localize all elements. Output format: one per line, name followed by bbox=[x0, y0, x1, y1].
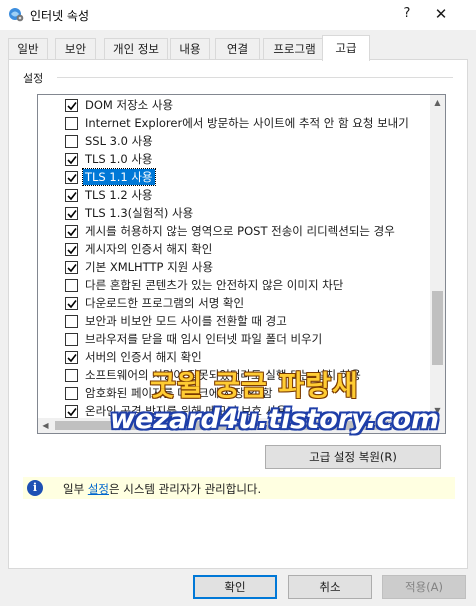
settings-link[interactable]: 설정 bbox=[88, 482, 109, 496]
internet-options-icon bbox=[8, 6, 24, 22]
setting-checkbox[interactable] bbox=[65, 171, 78, 184]
apply-button[interactable]: 적용(A) bbox=[382, 575, 466, 599]
setting-row[interactable]: Internet Explorer에서 방문하는 사이트에 추적 안 함 요청 … bbox=[38, 114, 432, 132]
tab-privacy[interactable]: 개인 정보 bbox=[104, 38, 168, 60]
setting-label: DOM 저장소 사용 bbox=[85, 98, 174, 112]
setting-row[interactable]: TLS 1.2 사용 bbox=[38, 186, 432, 204]
checkmark-icon bbox=[67, 246, 77, 255]
advanced-panel: 설정 DOM 저장소 사용 Internet Explorer에서 방문하는 사이… bbox=[8, 59, 468, 569]
checkmark-icon bbox=[67, 354, 77, 363]
setting-row[interactable]: 기본 XMLHTTP 지원 사용 bbox=[38, 258, 432, 276]
info-suffix: 은 시스템 관리자가 관리합니다. bbox=[109, 482, 262, 496]
info-text: 일부 설정은 시스템 관리자가 관리합니다. bbox=[63, 481, 261, 497]
checkmark-icon bbox=[67, 210, 77, 219]
setting-label: 게시자의 인증서 해지 확인 bbox=[85, 242, 213, 256]
tab-programs[interactable]: 프로그램 bbox=[263, 38, 326, 60]
checkmark-icon bbox=[67, 156, 77, 165]
vertical-scroll-thumb[interactable] bbox=[432, 291, 443, 365]
setting-row[interactable]: 보안과 비보안 모드 사이를 전환할 때 경고 bbox=[38, 312, 432, 330]
setting-row[interactable]: DOM 저장소 사용 bbox=[38, 96, 432, 114]
setting-checkbox[interactable] bbox=[65, 333, 78, 346]
title-bar: 인터넷 속성 ? ✕ bbox=[0, 0, 476, 30]
setting-checkbox[interactable] bbox=[65, 153, 78, 166]
setting-label: Internet Explorer에서 방문하는 사이트에 추적 안 함 요청 … bbox=[85, 116, 409, 130]
setting-label: TLS 1.2 사용 bbox=[85, 188, 153, 202]
info-bar: i 일부 설정은 시스템 관리자가 관리합니다. bbox=[23, 477, 455, 499]
cancel-button[interactable]: 취소 bbox=[288, 575, 372, 599]
tab-advanced[interactable]: 고급 bbox=[322, 35, 370, 61]
info-icon: i bbox=[27, 480, 43, 496]
watermark-title: 굿윌 궁금 파랑새 bbox=[150, 369, 359, 402]
checkmark-icon bbox=[67, 192, 77, 201]
setting-label: 기본 XMLHTTP 지원 사용 bbox=[85, 260, 214, 274]
checkmark-icon bbox=[67, 264, 77, 273]
setting-row[interactable]: TLS 1.1 사용 bbox=[38, 168, 432, 186]
setting-checkbox[interactable] bbox=[65, 387, 78, 400]
setting-row[interactable]: 다운로드한 프로그램의 서명 확인 bbox=[38, 294, 432, 312]
tab-security[interactable]: 보안 bbox=[55, 38, 96, 60]
setting-checkbox[interactable] bbox=[65, 99, 78, 112]
group-divider bbox=[57, 77, 453, 78]
checkmark-icon bbox=[67, 228, 77, 237]
setting-label: SSL 3.0 사용 bbox=[85, 134, 153, 148]
scroll-left-icon[interactable]: ◀ bbox=[38, 418, 53, 433]
setting-checkbox[interactable] bbox=[65, 369, 78, 382]
setting-checkbox[interactable] bbox=[65, 351, 78, 364]
setting-checkbox[interactable] bbox=[65, 207, 78, 220]
setting-label: 다른 혼합된 콘텐츠가 있는 안전하지 않은 이미지 차단 bbox=[85, 278, 344, 292]
setting-row[interactable]: TLS 1.0 사용 bbox=[38, 150, 432, 168]
tab-strip: 일반 보안 개인 정보 내용 연결 프로그램 고급 bbox=[8, 35, 468, 61]
setting-label: TLS 1.0 사용 bbox=[85, 152, 153, 166]
setting-checkbox[interactable] bbox=[65, 243, 78, 256]
window-title: 인터넷 속성 bbox=[30, 9, 90, 23]
scroll-up-icon[interactable]: ▲ bbox=[430, 95, 445, 110]
settings-group-label: 설정 bbox=[23, 72, 44, 85]
tab-connections[interactable]: 연결 bbox=[215, 38, 260, 60]
setting-checkbox[interactable] bbox=[65, 135, 78, 148]
setting-label: 게시를 허용하지 않는 영역으로 POST 전송이 리디렉션되는 경우 bbox=[85, 224, 395, 238]
checkmark-icon bbox=[67, 102, 77, 111]
setting-checkbox[interactable] bbox=[65, 405, 78, 418]
setting-label: 보안과 비보안 모드 사이를 전환할 때 경고 bbox=[85, 314, 287, 328]
setting-label: 다운로드한 프로그램의 서명 확인 bbox=[85, 296, 245, 310]
setting-checkbox[interactable] bbox=[65, 315, 78, 328]
info-prefix: 일부 bbox=[63, 482, 88, 496]
help-button[interactable]: ? bbox=[396, 4, 418, 24]
checkmark-icon bbox=[67, 408, 77, 417]
setting-checkbox[interactable] bbox=[65, 297, 78, 310]
setting-label: 브라우저를 닫을 때 임시 인터넷 파일 폴더 비우기 bbox=[85, 332, 323, 346]
setting-checkbox[interactable] bbox=[65, 279, 78, 292]
setting-row[interactable]: 게시를 허용하지 않는 영역으로 POST 전송이 리디렉션되는 경우 bbox=[38, 222, 432, 240]
tab-content[interactable]: 내용 bbox=[170, 38, 210, 60]
setting-label: TLS 1.3(실험적) 사용 bbox=[85, 206, 194, 220]
setting-row[interactable]: 브라우저를 닫을 때 임시 인터넷 파일 폴더 비우기 bbox=[38, 330, 432, 348]
tab-general[interactable]: 일반 bbox=[8, 38, 48, 60]
watermark-url: wezard4u.tistory.com bbox=[110, 404, 440, 435]
setting-label: 서버의 인증서 해지 확인 bbox=[85, 350, 202, 364]
setting-row[interactable]: SSL 3.0 사용 bbox=[38, 132, 432, 150]
watermark: 굿윌 궁금 파랑새 wezard4u.tistory.com bbox=[110, 364, 440, 450]
setting-checkbox[interactable] bbox=[65, 261, 78, 274]
setting-checkbox[interactable] bbox=[65, 117, 78, 130]
checkmark-icon bbox=[67, 300, 77, 309]
setting-row[interactable]: TLS 1.3(실험적) 사용 bbox=[38, 204, 432, 222]
checkmark-icon bbox=[67, 174, 77, 183]
setting-label: TLS 1.1 사용 bbox=[82, 168, 156, 186]
setting-row[interactable]: 다른 혼합된 콘텐츠가 있는 안전하지 않은 이미지 차단 bbox=[38, 276, 432, 294]
setting-row[interactable]: 게시자의 인증서 해지 확인 bbox=[38, 240, 432, 258]
setting-checkbox[interactable] bbox=[65, 189, 78, 202]
ok-button[interactable]: 확인 bbox=[193, 575, 277, 599]
setting-checkbox[interactable] bbox=[65, 225, 78, 238]
close-button[interactable]: ✕ bbox=[430, 4, 452, 24]
